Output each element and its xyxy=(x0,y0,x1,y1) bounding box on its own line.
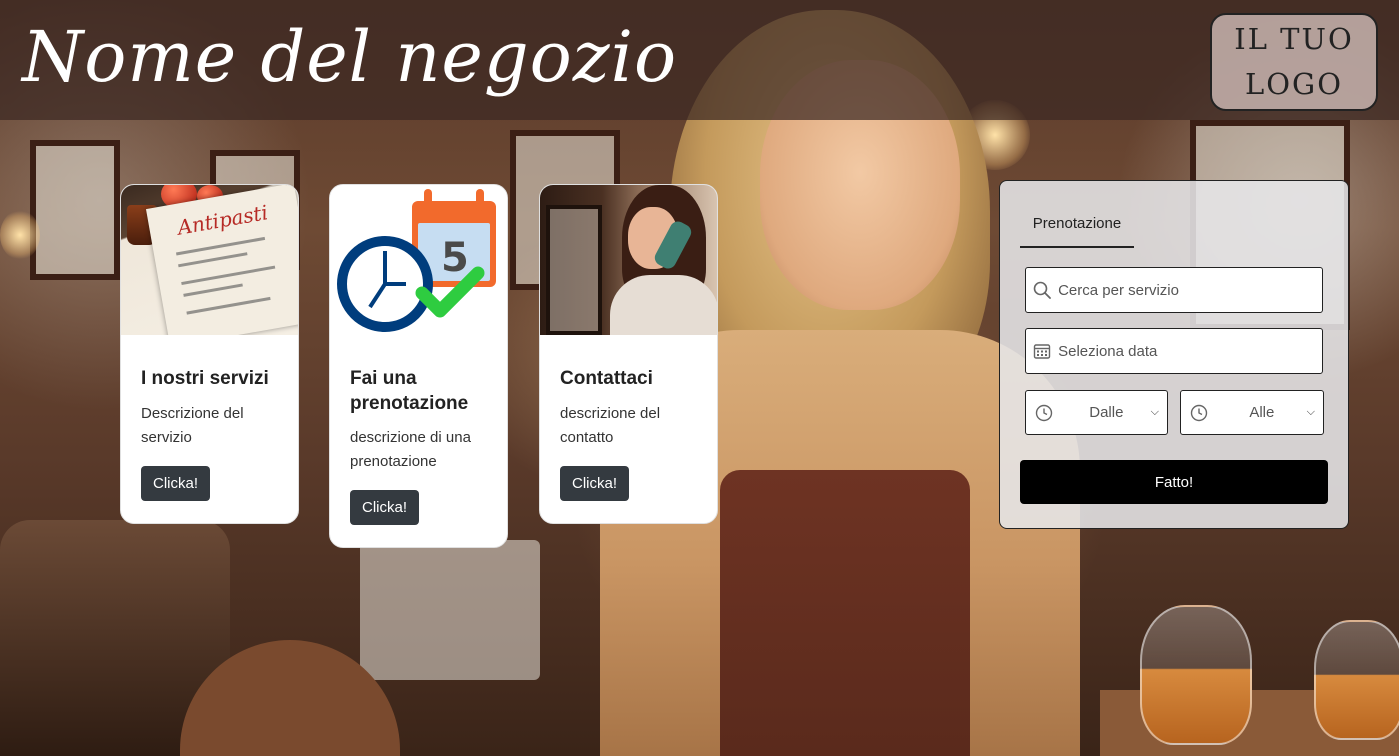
logo-placeholder[interactable]: IL TUO LOGO xyxy=(1210,13,1378,111)
calendar-clock-image: 5 xyxy=(330,185,507,335)
card-title: I nostri servizi xyxy=(141,368,269,389)
waitress-apron xyxy=(720,470,970,756)
background-window xyxy=(30,140,120,280)
booking-button[interactable]: Clicka! xyxy=(350,490,420,526)
menu-text-line xyxy=(183,283,243,297)
menu-page: Antipasti xyxy=(145,185,298,335)
date-field[interactable] xyxy=(1025,328,1323,374)
menu-text-line xyxy=(186,296,271,315)
site-header: Nome del negozio IL TUO LOGO xyxy=(0,0,1399,120)
calendar-clock-icon: 5 xyxy=(337,189,496,332)
menu-text-line xyxy=(175,236,266,256)
tab-prenotazione[interactable]: Prenotazione xyxy=(1020,215,1134,248)
background-door xyxy=(546,205,602,335)
chevron-down-icon: ⌵ xyxy=(1306,406,1315,418)
woman-body xyxy=(610,275,717,335)
card-title: Fai una prenotazione xyxy=(350,368,469,414)
search-icon xyxy=(1026,281,1058,299)
calendar-icon xyxy=(1026,342,1058,360)
chevron-down-icon: ⌵ xyxy=(1150,406,1159,418)
card-title: Contattaci xyxy=(560,368,653,389)
card-description: Descrizione del servizio xyxy=(141,404,244,446)
wine-glass xyxy=(1140,605,1252,745)
date-input[interactable] xyxy=(1058,342,1322,360)
to-time-select[interactable]: Alle ⌵ xyxy=(1180,390,1324,435)
woman-on-phone-image xyxy=(540,185,717,335)
services-card: Antipasti I nostri servizi Descrizione d… xyxy=(120,184,299,524)
from-time-select[interactable]: Dalle ⌵ xyxy=(1025,390,1168,435)
shop-name-title: Nome del negozio xyxy=(22,16,678,98)
search-input[interactable] xyxy=(1058,281,1322,299)
clock-icon xyxy=(1026,404,1062,422)
booking-card: 5 Fai una prenotazione descrizione di un… xyxy=(329,184,508,548)
card-description: descrizione del contatto xyxy=(560,404,661,446)
wine-glass xyxy=(1314,620,1399,740)
background-tablecloth xyxy=(360,540,540,680)
booking-panel: Prenotazione Dalle ⌵ Alle ⌵ Fatto! xyxy=(999,180,1349,529)
clock-icon xyxy=(1181,404,1217,422)
logo-text-line2: LOGO xyxy=(1245,67,1343,101)
contact-button[interactable]: Clicka! xyxy=(560,465,630,501)
to-time-value: Alle xyxy=(1249,404,1275,421)
from-time-value: Dalle xyxy=(1089,404,1124,421)
background-lamp xyxy=(0,210,40,260)
services-button[interactable]: Clicka! xyxy=(141,465,211,501)
card-description: descrizione di una prenotazione xyxy=(350,429,471,471)
submit-button[interactable]: Fatto! xyxy=(1020,460,1328,504)
menu-text-line xyxy=(181,265,276,286)
calendar-day-number: 5 xyxy=(441,235,469,281)
menu-page-heading: Antipasti xyxy=(175,200,270,240)
menu-text-line xyxy=(178,252,248,268)
contact-card: Contattaci descrizione del contatto Clic… xyxy=(539,184,718,524)
restaurant-menu-image: Antipasti xyxy=(121,185,298,335)
logo-text-line1: IL TUO xyxy=(1234,22,1354,57)
search-field[interactable] xyxy=(1025,267,1323,313)
